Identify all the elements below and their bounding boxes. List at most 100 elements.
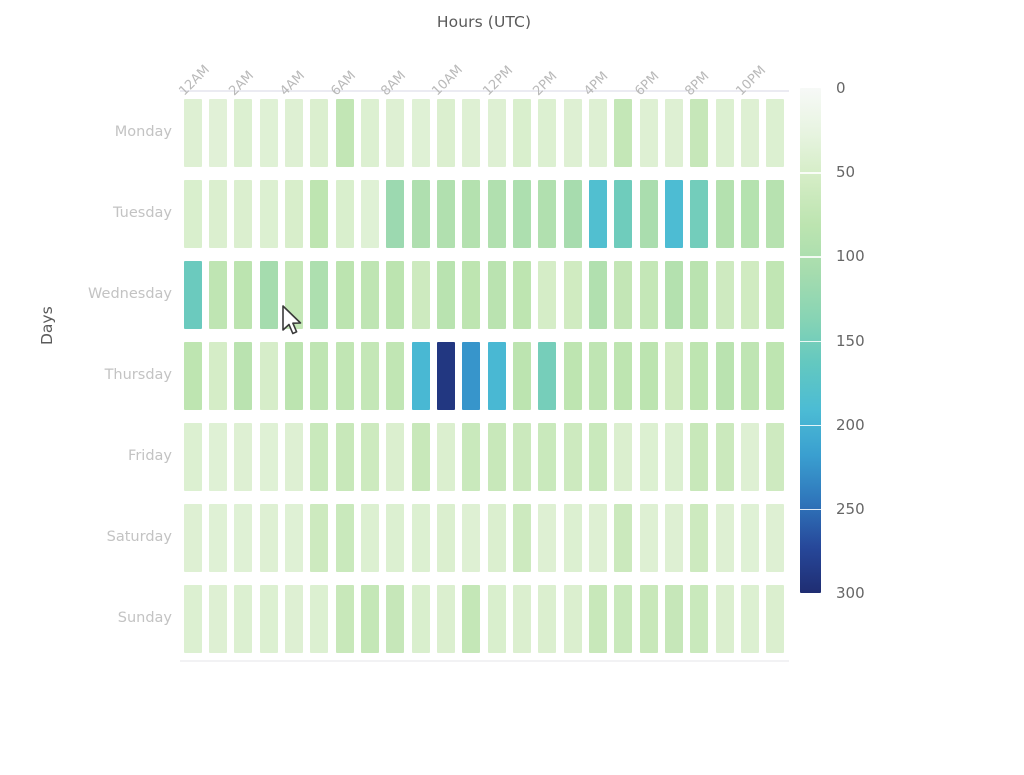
heatmap-cell[interactable] [766, 423, 785, 492]
heatmap-cell[interactable] [183, 423, 202, 492]
heatmap-cell[interactable] [335, 98, 354, 167]
heatmap-cell[interactable] [741, 179, 759, 248]
heatmap-cell[interactable] [487, 585, 506, 654]
heatmap-cell[interactable] [411, 98, 430, 167]
heatmap-cell[interactable] [741, 423, 759, 492]
heatmap-cell[interactable] [563, 179, 582, 248]
heatmap-cell[interactable] [462, 504, 481, 573]
heatmap-cell[interactable] [614, 423, 633, 492]
heatmap-cell[interactable] [614, 342, 633, 410]
heatmap-cell[interactable] [538, 504, 557, 573]
heatmap-cell[interactable] [437, 98, 455, 167]
heatmap-cell[interactable] [285, 98, 303, 167]
heatmap-cell[interactable] [209, 342, 227, 410]
heatmap-cell[interactable] [513, 179, 531, 248]
heatmap-cell[interactable] [209, 179, 227, 248]
heatmap-cell[interactable] [487, 98, 506, 167]
heatmap-cell[interactable] [183, 585, 202, 654]
heatmap-cell[interactable] [411, 423, 430, 492]
heatmap-cell[interactable] [335, 504, 354, 573]
heatmap-cell[interactable] [487, 423, 506, 492]
heatmap-cell[interactable] [639, 179, 658, 248]
heatmap-cell[interactable] [690, 504, 709, 573]
heatmap-cell[interactable] [614, 179, 633, 248]
heatmap-cell[interactable] [259, 98, 278, 167]
heatmap-cell[interactable] [234, 342, 253, 410]
heatmap-cell[interactable] [665, 504, 683, 573]
heatmap-cell[interactable] [234, 98, 253, 167]
heatmap-cell[interactable] [665, 342, 683, 410]
heatmap-cell[interactable] [285, 423, 303, 492]
heatmap-cell[interactable] [209, 423, 227, 492]
heatmap-cell[interactable] [614, 98, 633, 167]
heatmap-cell[interactable] [589, 423, 607, 492]
heatmap-cell[interactable] [259, 504, 278, 573]
heatmap-cell[interactable] [386, 98, 405, 167]
heatmap-cell[interactable] [487, 504, 506, 573]
heatmap-cell[interactable] [715, 179, 734, 248]
heatmap-cell[interactable] [285, 504, 303, 573]
heatmap-cell[interactable] [183, 342, 202, 410]
heatmap-cell[interactable] [285, 342, 303, 410]
heatmap-cell[interactable] [209, 504, 227, 573]
heatmap-cell[interactable] [741, 260, 759, 329]
heatmap-cell[interactable] [741, 98, 759, 167]
heatmap-cell[interactable] [589, 504, 607, 573]
heatmap-cell[interactable] [563, 423, 582, 492]
heatmap-cell[interactable] [614, 260, 633, 329]
heatmap-cell[interactable] [335, 260, 354, 329]
heatmap-cell[interactable] [639, 260, 658, 329]
heatmap-cell[interactable] [259, 179, 278, 248]
heatmap-cell[interactable] [715, 585, 734, 654]
heatmap-cell[interactable] [361, 98, 379, 167]
heatmap-cell[interactable] [361, 342, 379, 410]
heatmap-cell[interactable] [386, 260, 405, 329]
heatmap-cell[interactable] [715, 260, 734, 329]
heatmap-cell[interactable] [310, 585, 329, 654]
heatmap-cell[interactable] [538, 260, 557, 329]
heatmap-cell[interactable] [639, 504, 658, 573]
heatmap-cell[interactable] [183, 98, 202, 167]
heatmap-cell[interactable] [437, 179, 455, 248]
heatmap-cell[interactable] [259, 585, 278, 654]
heatmap-cell[interactable] [462, 179, 481, 248]
heatmap-cell[interactable] [361, 260, 379, 329]
heatmap-cell[interactable] [437, 585, 455, 654]
heatmap-cell[interactable] [310, 423, 329, 492]
heatmap-cell[interactable] [310, 260, 329, 329]
heatmap-cell[interactable] [209, 260, 227, 329]
heatmap-cell[interactable] [639, 423, 658, 492]
heatmap-cell[interactable] [690, 423, 709, 492]
heatmap-cell[interactable] [538, 342, 557, 410]
heatmap-cell[interactable] [665, 98, 683, 167]
heatmap-cell[interactable] [411, 585, 430, 654]
heatmap-cell[interactable] [715, 504, 734, 573]
heatmap-cell[interactable] [589, 98, 607, 167]
heatmap-cell[interactable] [665, 179, 683, 248]
heatmap-cell[interactable] [690, 98, 709, 167]
heatmap-cell[interactable] [741, 342, 759, 410]
heatmap-cell[interactable] [209, 98, 227, 167]
heatmap-cell[interactable] [259, 342, 278, 410]
heatmap-cell[interactable] [589, 585, 607, 654]
heatmap-cell[interactable] [563, 98, 582, 167]
heatmap-cell[interactable] [690, 179, 709, 248]
heatmap-cell[interactable] [766, 585, 785, 654]
heatmap-cell[interactable] [411, 260, 430, 329]
heatmap-cell[interactable] [209, 585, 227, 654]
heatmap-cell[interactable] [183, 504, 202, 573]
heatmap-cell[interactable] [766, 342, 785, 410]
heatmap-cell[interactable] [639, 98, 658, 167]
heatmap-cell[interactable] [411, 342, 430, 410]
heatmap-cell[interactable] [639, 585, 658, 654]
heatmap-cell[interactable] [538, 423, 557, 492]
heatmap-cell[interactable] [690, 342, 709, 410]
heatmap-cell[interactable] [741, 585, 759, 654]
heatmap-cell[interactable] [183, 260, 202, 329]
heatmap-cell[interactable] [285, 179, 303, 248]
heatmap-cell[interactable] [386, 504, 405, 573]
heatmap-cell[interactable] [665, 260, 683, 329]
heatmap-cell[interactable] [563, 504, 582, 573]
heatmap-cell[interactable] [310, 179, 329, 248]
heatmap-cell[interactable] [589, 342, 607, 410]
